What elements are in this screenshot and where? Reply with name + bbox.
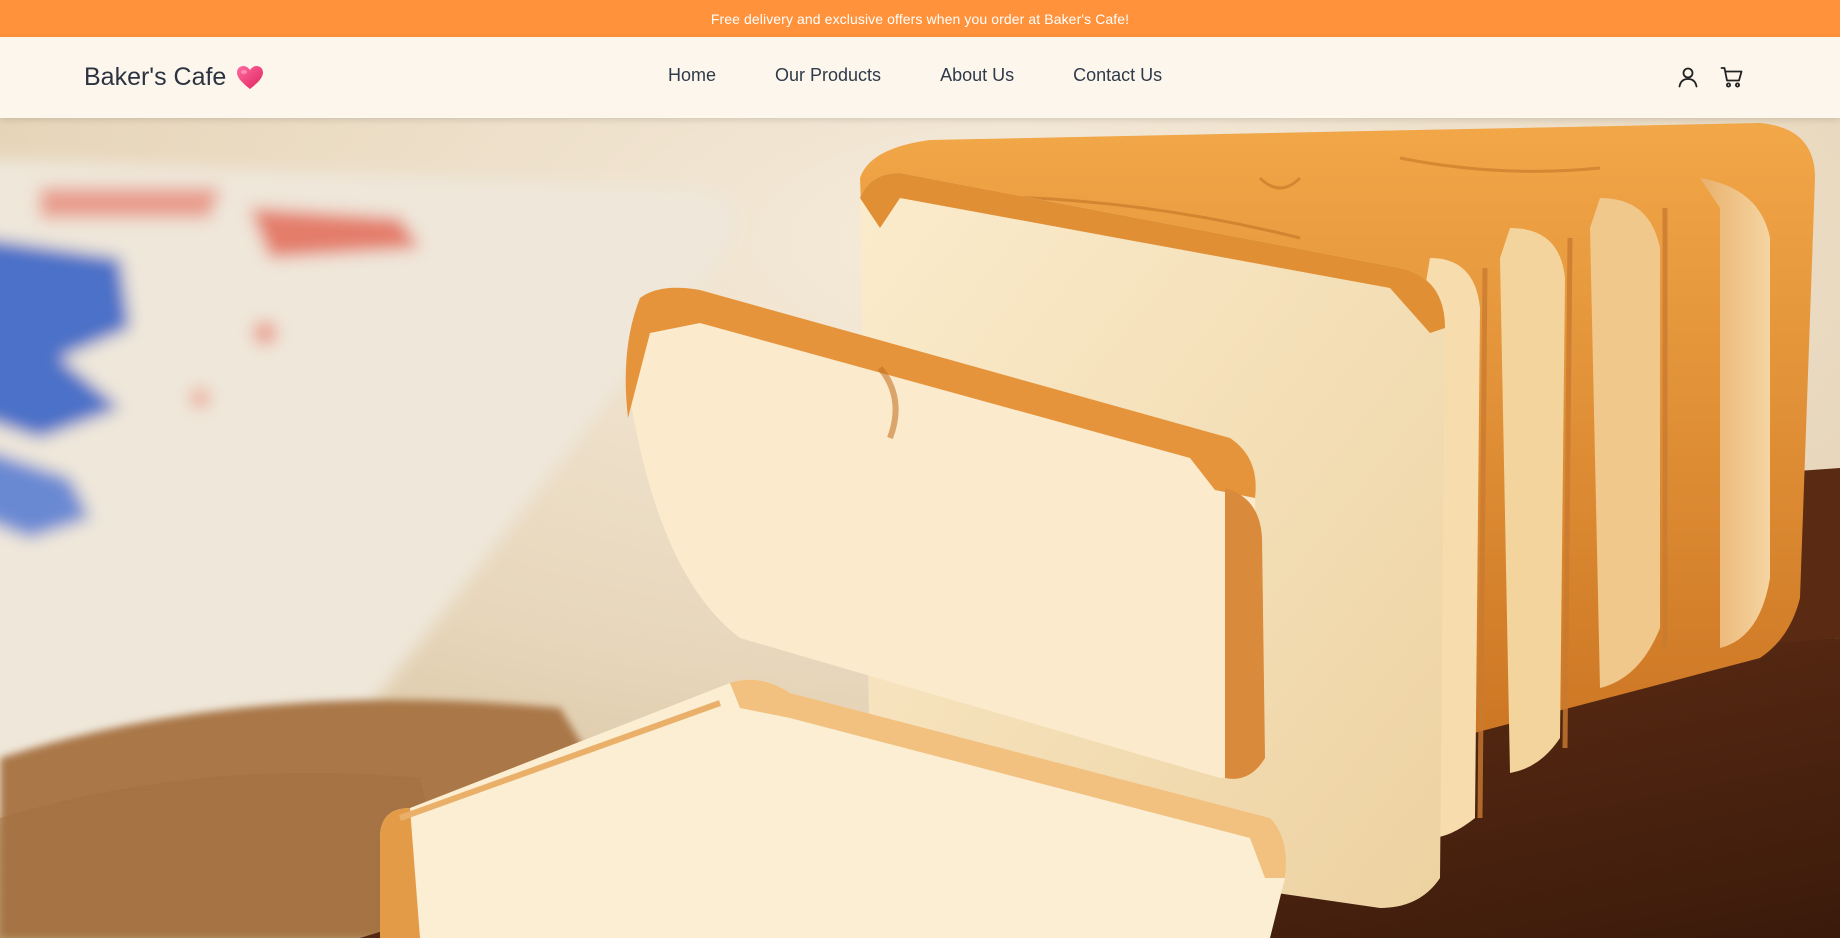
promo-text: Free delivery and exclusive offers when …: [710, 10, 1130, 27]
hero-bread-image: [0, 118, 1840, 938]
promo-banner: Free delivery and exclusive offers when …: [0, 0, 1840, 37]
main-nav: Home Our Products About Us Contact Us: [668, 65, 1162, 86]
header-actions: [1676, 65, 1744, 89]
nav-contact-us[interactable]: Contact Us: [1073, 65, 1162, 86]
hero-banner: [0, 118, 1840, 938]
top-navbar: Baker's Cafe Home Our Products About Us …: [0, 37, 1840, 118]
brand-logo[interactable]: Baker's Cafe: [84, 63, 264, 92]
nav-about-us[interactable]: About Us: [940, 65, 1014, 86]
user-icon[interactable]: [1676, 65, 1700, 89]
nav-home[interactable]: Home: [668, 65, 716, 86]
heart-icon: [237, 65, 264, 89]
brand-name: Baker's Cafe: [84, 63, 227, 91]
cart-icon[interactable]: [1720, 65, 1744, 89]
nav-our-products[interactable]: Our Products: [775, 65, 881, 86]
